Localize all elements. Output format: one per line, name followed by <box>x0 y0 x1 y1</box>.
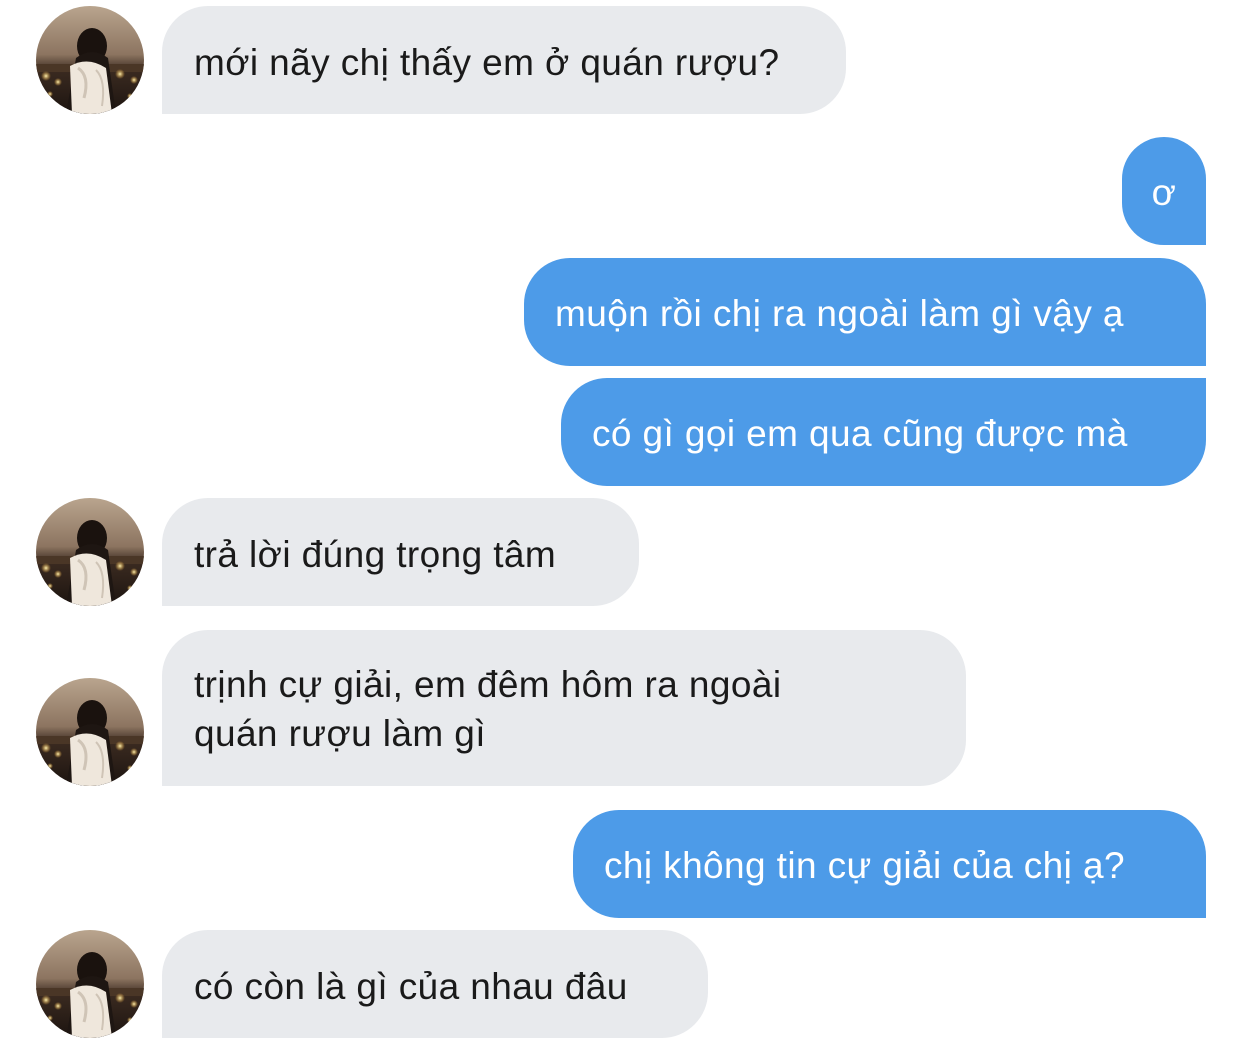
message-bubble-outgoing[interactable]: có gì gọi em qua cũng được mà <box>561 378 1206 486</box>
message-text-line-2: quán rượu làm gì <box>194 713 486 754</box>
message-text: có còn là gì của nhau đâu <box>194 966 628 1007</box>
message-text: muộn rồi chị ra ngoài làm gì vậy ạ <box>555 293 1124 334</box>
message-text: ơ <box>1151 172 1177 213</box>
message-text: trả lời đúng trọng tâm <box>194 534 557 575</box>
message-bubble-outgoing[interactable]: muộn rồi chị ra ngoài làm gì vậy ạ <box>524 258 1206 366</box>
message-bubble-outgoing[interactable]: chị không tin cự giải của chị ạ? <box>573 810 1206 918</box>
message-text: mới nãy chị thấy em ở quán rượu? <box>194 42 780 83</box>
avatar-image <box>36 678 144 786</box>
message-bubble-incoming[interactable]: có còn là gì của nhau đâu <box>162 930 708 1038</box>
message-bubble-incoming[interactable]: trịnh cự giải, em đêm hôm ra ngoài quán … <box>162 630 966 786</box>
contact-avatar[interactable] <box>36 930 144 1038</box>
message-text: chị không tin cự giải của chị ạ? <box>604 845 1125 886</box>
avatar-image <box>36 498 144 606</box>
message-text-line-1: trịnh cự giải, em đêm hôm ra ngoài <box>194 664 782 705</box>
avatar-image <box>36 6 144 114</box>
avatar-image <box>36 930 144 1038</box>
contact-avatar[interactable] <box>36 498 144 606</box>
message-bubble-outgoing[interactable]: ơ <box>1122 137 1206 245</box>
message-bubble-incoming[interactable]: trả lời đúng trọng tâm <box>162 498 639 606</box>
contact-avatar[interactable] <box>36 678 144 786</box>
message-text: có gì gọi em qua cũng được mà <box>592 413 1128 454</box>
contact-avatar[interactable] <box>36 6 144 114</box>
message-bubble-incoming[interactable]: mới nãy chị thấy em ở quán rượu? <box>162 6 846 114</box>
